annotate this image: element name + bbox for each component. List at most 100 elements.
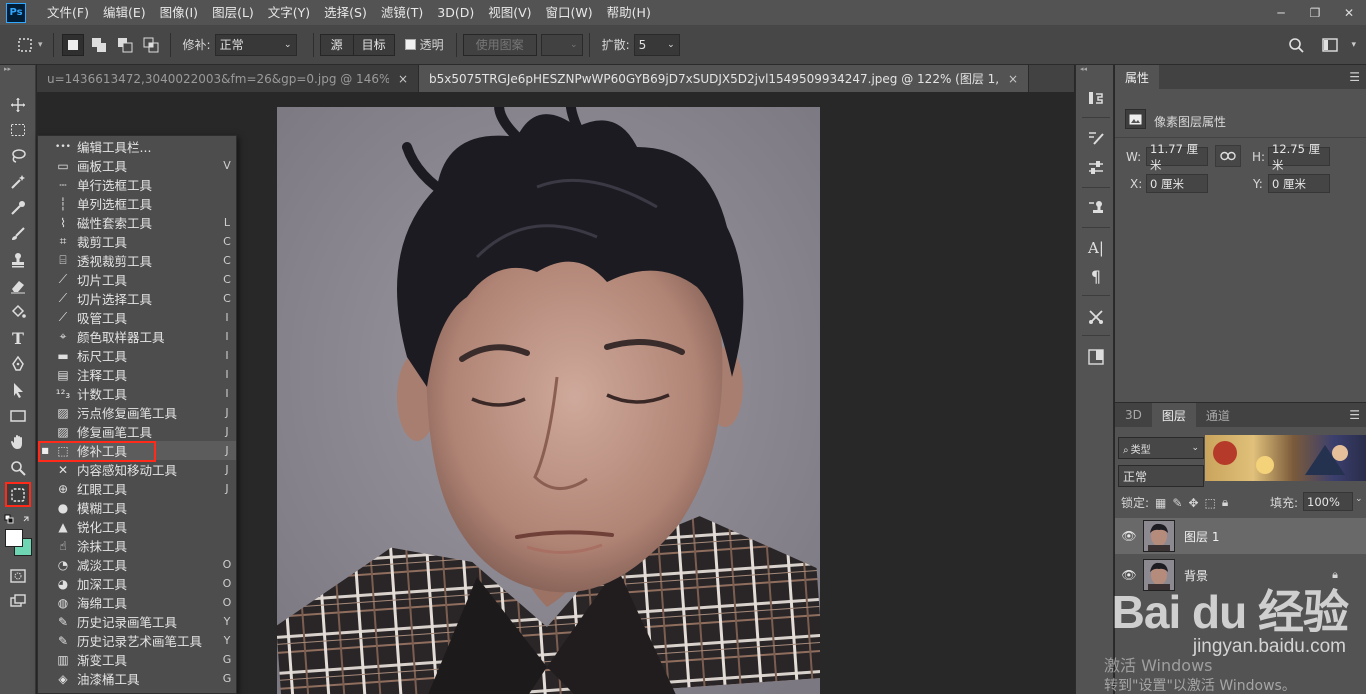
diffusion-select[interactable]: 5 ⌄ (633, 33, 680, 56)
marquee-tool-icon[interactable] (6, 119, 30, 141)
type-tool-icon[interactable]: T (6, 327, 30, 349)
brush-tool-icon[interactable] (6, 223, 30, 245)
flyout-item[interactable]: ☝ 涂抹工具 (38, 536, 236, 555)
flyout-item[interactable]: ┄ 单行选框工具 (38, 175, 236, 194)
menu-item[interactable]: 编辑(E) (96, 0, 153, 25)
paint-bucket-tool-icon[interactable] (6, 301, 30, 323)
close-tab-icon[interactable]: × (398, 72, 408, 86)
character-icon[interactable]: A| (1085, 237, 1107, 259)
flyout-item[interactable]: ● 模糊工具 (38, 498, 236, 517)
panel-menu-icon[interactable]: ☰ (1349, 408, 1360, 422)
flyout-item[interactable]: ◕ 加深工具 O (38, 574, 236, 593)
adjustments-icon[interactable] (1085, 157, 1107, 179)
magic-wand-icon[interactable] (6, 171, 30, 193)
menu-item[interactable]: 图像(I) (153, 0, 205, 25)
fill-field[interactable]: 100% (1303, 492, 1353, 511)
flyout-item[interactable]: ⌸ 透视裁剪工具 C (38, 251, 236, 270)
transparent-option[interactable]: 透明 (404, 36, 444, 53)
menu-item[interactable]: 3D(D) (430, 0, 481, 25)
pen-tool-icon[interactable] (6, 353, 30, 375)
menu-item[interactable]: 帮助(H) (600, 0, 658, 25)
eye-icon[interactable]: 👁︎ (1115, 529, 1143, 543)
chevron-down-icon[interactable]: ⌄ (1355, 494, 1363, 504)
lock-position-icon[interactable]: ✥ (1188, 496, 1198, 510)
lock-transparent-icon[interactable]: ▦ (1155, 496, 1166, 510)
blend-mode-select[interactable]: 正常 (1118, 465, 1204, 487)
zoom-tool-icon[interactable] (6, 457, 30, 479)
paragraph-icon[interactable]: ¶ (1085, 265, 1107, 287)
foreground-color-swatch[interactable] (5, 529, 23, 547)
workspace-icon[interactable] (1319, 34, 1341, 56)
flyout-item[interactable]: ⊕ 红眼工具 J (38, 479, 236, 498)
target-button[interactable]: 目标 (352, 33, 395, 56)
flyout-item[interactable]: ¹²₃ 计数工具 I (38, 384, 236, 403)
hand-tool-icon[interactable] (6, 431, 30, 453)
quick-mask-icon[interactable] (6, 565, 30, 587)
lock-all-icon[interactable]: 🔒︎ (1222, 495, 1228, 510)
lock-artboard-icon[interactable]: ⬚ (1205, 496, 1216, 510)
patch-mode-select[interactable]: 正常 ⌄ (214, 33, 297, 56)
flyout-item[interactable]: ▭ 画板工具 V (38, 156, 236, 175)
flyout-item[interactable]: ✎ 历史记录画笔工具 Y (38, 612, 236, 631)
toolbar-grip[interactable]: ▸▸ (0, 65, 35, 75)
lock-pixels-icon[interactable]: ✎ (1172, 496, 1182, 510)
tab-3d[interactable]: 3D (1115, 403, 1152, 427)
intersect-selection-icon[interactable] (140, 34, 162, 56)
flyout-item[interactable]: ••• 编辑工具栏... (38, 137, 236, 156)
menu-item[interactable]: 文件(F) (40, 0, 96, 25)
height-field[interactable]: 12.75 厘米 (1268, 142, 1330, 172)
tab-properties[interactable]: 属性 (1115, 65, 1160, 89)
swap-colors-icon[interactable] (4, 514, 32, 528)
stamp-tool-icon[interactable] (6, 249, 30, 271)
panel-menu-icon[interactable]: ☰ (1349, 70, 1360, 84)
brush-settings-icon[interactable] (1085, 127, 1107, 149)
subtract-selection-icon[interactable] (114, 34, 136, 56)
history-icon[interactable] (1085, 87, 1107, 109)
path-selection-icon[interactable] (6, 379, 30, 401)
search-icon[interactable] (1285, 34, 1307, 56)
y-field[interactable]: 0 厘米 (1268, 174, 1330, 193)
flyout-item[interactable]: ▬ 标尺工具 I (38, 346, 236, 365)
tab-document-2[interactable]: b5x5075TRGJe6pHESZNPwWP60GYB69jD7xSUDJX5… (419, 65, 1029, 92)
pattern-picker[interactable]: ⌄ (540, 33, 583, 56)
libraries-icon[interactable] (1085, 346, 1107, 368)
screen-mode-icon[interactable] (6, 590, 30, 612)
tab-channels[interactable]: 通道 (1196, 403, 1240, 427)
minimize-icon[interactable]: ─ (1264, 0, 1298, 25)
use-pattern-button[interactable]: 使用图案 (462, 33, 537, 56)
flyout-item[interactable]: ▲ 锐化工具 (38, 517, 236, 536)
rectangle-tool-icon[interactable] (6, 405, 30, 427)
eraser-tool-icon[interactable] (6, 275, 30, 297)
menu-item[interactable]: 图层(L) (205, 0, 261, 25)
move-tool-icon[interactable] (6, 94, 30, 116)
new-selection-icon[interactable] (61, 33, 84, 56)
eyedropper-tool-icon[interactable] (6, 197, 30, 219)
flyout-item[interactable]: ⟋ 切片选择工具 C (38, 289, 236, 308)
preset-dropdown-icon[interactable]: ▾ (38, 40, 43, 50)
menu-item[interactable]: 选择(S) (317, 0, 374, 25)
tool-presets-icon[interactable] (1085, 306, 1107, 328)
flyout-item[interactable]: ▨ 修复画笔工具 J (38, 422, 236, 441)
menu-item[interactable]: 文字(Y) (261, 0, 317, 25)
menu-item[interactable]: 视图(V) (481, 0, 538, 25)
flyout-item[interactable]: ◔ 减淡工具 O (38, 555, 236, 574)
patch-tool-preset-icon[interactable] (14, 34, 36, 56)
transparent-checkbox[interactable] (404, 39, 416, 50)
color-swatches[interactable] (5, 529, 33, 557)
close-tab-icon[interactable]: × (1008, 72, 1018, 86)
document-photo[interactable] (277, 107, 820, 694)
patch-tool-active-icon[interactable] (5, 482, 31, 507)
source-button[interactable]: 源 (319, 33, 354, 56)
tab-document-1[interactable]: u=1436613472,3040022003&fm=26&gp=0.jpg @… (37, 65, 419, 92)
flyout-item[interactable]: ▨ 污点修复画笔工具 J (38, 403, 236, 422)
flyout-item[interactable]: ⟋ 吸管工具 I (38, 308, 236, 327)
flyout-item[interactable]: ⌖ 颜色取样器工具 I (38, 327, 236, 346)
add-selection-icon[interactable] (88, 34, 110, 56)
close-icon[interactable]: ✕ (1332, 0, 1366, 25)
layer-kind-filter[interactable]: ⌕ 类型 ⌄ (1118, 437, 1204, 459)
clone-source-icon[interactable] (1085, 197, 1107, 219)
flyout-item[interactable]: ▤ 注释工具 I (38, 365, 236, 384)
flyout-item[interactable]: ⌇ 磁性套索工具 L (38, 213, 236, 232)
flyout-item[interactable]: ⟋ 切片工具 C (38, 270, 236, 289)
menu-item[interactable]: 滤镜(T) (374, 0, 430, 25)
